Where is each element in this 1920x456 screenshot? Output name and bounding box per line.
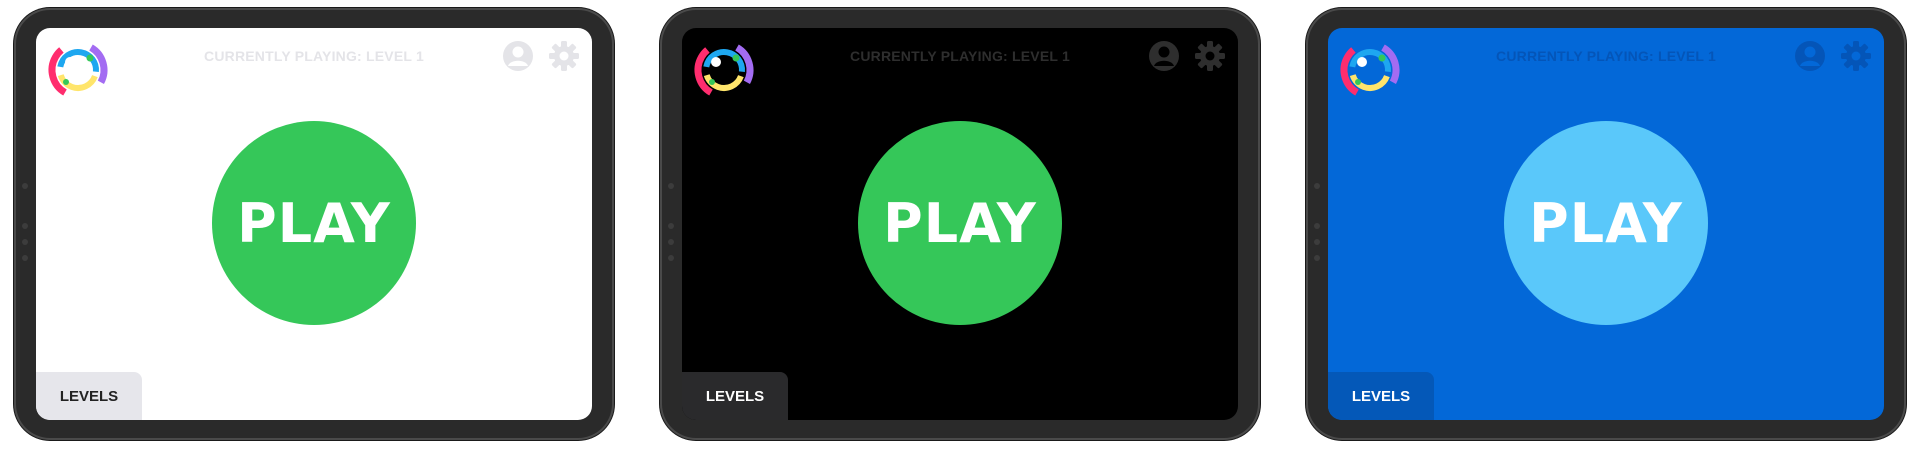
levels-button[interactable]: LEVELS <box>682 372 788 420</box>
gear-icon[interactable] <box>1840 40 1872 72</box>
play-button[interactable]: PLAY <box>1504 121 1708 325</box>
tablet-side-sensors <box>668 183 674 269</box>
tablet-light: CURRENTLY PLAYING: LEVEL 1 PLAY LEVELS <box>14 8 614 440</box>
app-screen-blue: CURRENTLY PLAYING: LEVEL 1 PLAY LEVELS <box>1328 28 1884 420</box>
play-button[interactable]: PLAY <box>212 121 416 325</box>
app-screen-dark: CURRENTLY PLAYING: LEVEL 1 PLAY LEVELS <box>682 28 1238 420</box>
levels-button[interactable]: LEVELS <box>36 372 142 420</box>
gear-icon[interactable] <box>548 40 580 72</box>
play-button[interactable]: PLAY <box>858 121 1062 325</box>
tablet-side-sensors <box>1314 183 1320 269</box>
user-account-icon[interactable] <box>1148 40 1180 72</box>
levels-button[interactable]: LEVELS <box>1328 372 1434 420</box>
user-account-icon[interactable] <box>502 40 534 72</box>
gear-icon[interactable] <box>1194 40 1226 72</box>
tablet-side-sensors <box>22 183 28 269</box>
user-account-icon[interactable] <box>1794 40 1826 72</box>
tablet-blue: CURRENTLY PLAYING: LEVEL 1 PLAY LEVELS <box>1306 8 1906 440</box>
app-screen-light: CURRENTLY PLAYING: LEVEL 1 PLAY LEVELS <box>36 28 592 420</box>
tablet-dark: CURRENTLY PLAYING: LEVEL 1 PLAY LEVELS <box>660 8 1260 440</box>
